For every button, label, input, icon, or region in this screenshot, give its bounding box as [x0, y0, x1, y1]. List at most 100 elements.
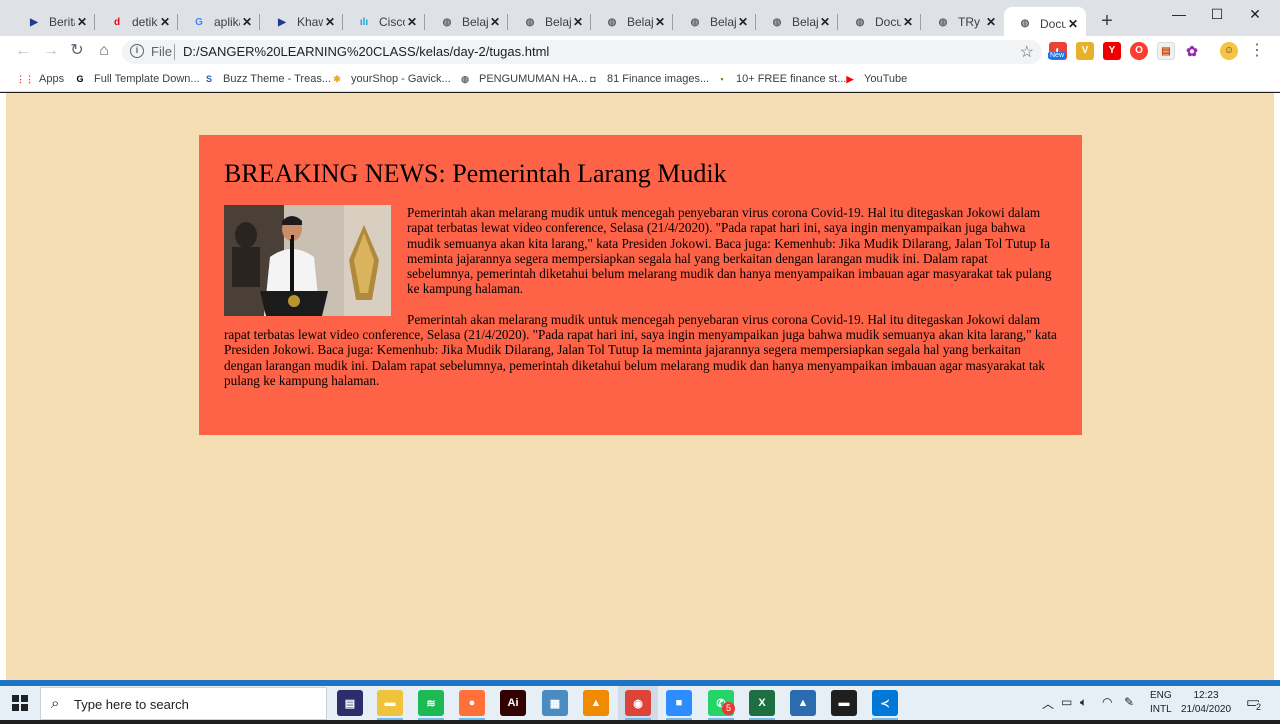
- reload-button[interactable]: ↻: [66, 40, 88, 62]
- bookmark-label: yourShop - Gavick...: [351, 73, 451, 85]
- news-article: BREAKING NEWS: Pemerintah Larang Mudik P…: [199, 135, 1082, 435]
- tab-close-icon[interactable]: ✕: [488, 15, 502, 29]
- bookmark-g-icon: G: [76, 74, 84, 84]
- url-text[interactable]: D:/SANGER%20LEARNING%20CLASS/kelas/day-2…: [183, 44, 549, 59]
- tab-close-icon[interactable]: ✕: [736, 15, 750, 29]
- forward-button[interactable]: →: [40, 40, 62, 62]
- illustrator-icon[interactable]: Ai: [500, 690, 526, 716]
- tab-close-icon[interactable]: ✕: [1066, 17, 1080, 31]
- extension-opera-icon[interactable]: O: [1130, 42, 1148, 60]
- back-button[interactable]: ←: [12, 40, 34, 62]
- home-button[interactable]: ⌂: [93, 40, 115, 62]
- tab-close-icon[interactable]: ✕: [901, 15, 915, 29]
- bookmarks-bar: ⋮⋮ Apps G Full Template Down... S Buzz Theme …: [0, 66, 1280, 92]
- site-info-icon[interactable]: i: [130, 44, 144, 58]
- bookmark-item[interactable]: ⋮⋮ Apps: [16, 70, 64, 88]
- browser-tab[interactable]: ◍ Document✕: [839, 8, 921, 36]
- start-button[interactable]: [0, 686, 40, 720]
- article-photo: [224, 205, 391, 316]
- extension-y-icon[interactable]: Y: [1103, 42, 1121, 60]
- new-tab-button[interactable]: +: [1096, 10, 1118, 32]
- tab-favicon-detik-icon: d: [113, 16, 121, 28]
- bookmark-label: Buzz Theme - Treas...: [223, 73, 332, 85]
- tab-favicon-globe-icon: ◍: [442, 16, 452, 28]
- language-indicator[interactable]: ENG INTL: [1150, 690, 1172, 724]
- image-viewer-icon[interactable]: ▲: [790, 690, 816, 716]
- vlc-icon[interactable]: ▲: [583, 690, 609, 716]
- browser-tab[interactable]: ◍ Belajar✕: [756, 8, 838, 36]
- tab-separator: [94, 14, 95, 30]
- notification-count: 2: [1256, 702, 1262, 712]
- bookmark-item[interactable]: ◘ 81 Finance images...: [586, 70, 709, 88]
- volume-icon[interactable]: 🔈︎: [1080, 695, 1087, 710]
- vscode-icon[interactable]: ≺: [872, 690, 898, 720]
- wifi-icon[interactable]: ◠: [1102, 695, 1112, 709]
- tab-close-icon[interactable]: ✕: [75, 15, 89, 29]
- terminal-icon[interactable]: ▬: [831, 690, 857, 716]
- zoom-icon[interactable]: ■: [666, 690, 692, 720]
- browser-menu-icon[interactable]: ⋮: [1246, 40, 1268, 62]
- browser-tab[interactable]: ılı Cisco W✕: [343, 8, 425, 36]
- tab-title: Document: [1040, 16, 1066, 31]
- vscode-alt-icon[interactable]: ▤: [337, 690, 363, 716]
- extension-new-badge: New: [1048, 52, 1067, 59]
- firefox-icon[interactable]: ●: [459, 690, 485, 720]
- windows-taskbar: ⌕ Type here to search ︿ ▭ 🔈︎ ◠ ✎ ENG INT…: [0, 686, 1280, 720]
- chrome-icon[interactable]: ◉: [625, 690, 651, 720]
- close-window-button[interactable]: ✕: [1236, 0, 1274, 28]
- clock-time: 12:23: [1193, 690, 1219, 701]
- minimize-button[interactable]: —: [1160, 0, 1198, 28]
- language-code: ENG: [1150, 690, 1172, 701]
- bookmark-item[interactable]: G Full Template Down...: [73, 70, 199, 88]
- tab-favicon-news-icon: ▶: [30, 16, 38, 28]
- browser-tab[interactable]: ◍ TRy CSS✕: [922, 8, 1004, 36]
- browser-tab[interactable]: d detikcom✕: [96, 8, 178, 36]
- browser-tab[interactable]: ▶ Berita✕: [13, 8, 95, 36]
- browser-tab[interactable]: ◍ Belajar✕: [674, 8, 756, 36]
- browser-tab[interactable]: ◍ Belajar✕: [426, 8, 508, 36]
- article-heading: BREAKING NEWS: Pemerintah Larang Mudik: [224, 159, 727, 188]
- bookmark-star-icon[interactable]: ☆: [1020, 42, 1034, 62]
- tab-favicon-globe-icon: ◍: [525, 16, 535, 28]
- tab-favicon-globe-icon: ◍: [855, 16, 865, 28]
- photos-icon[interactable]: ▦: [542, 690, 568, 716]
- profile-avatar-icon[interactable]: ☺: [1220, 42, 1238, 60]
- tab-close-icon[interactable]: ✕: [158, 15, 172, 29]
- tab-close-icon[interactable]: ✕: [240, 15, 254, 29]
- browser-tab[interactable]: Gaplikasi✕: [178, 8, 260, 36]
- show-hidden-icons-icon[interactable]: ︿: [1042, 695, 1054, 712]
- bookmark-item[interactable]: S Buzz Theme - Treas...: [202, 70, 331, 88]
- file-explorer-icon[interactable]: ▬: [377, 690, 403, 720]
- tab-favicon-globe-icon: ◍: [690, 16, 700, 28]
- browser-tab[interactable]: ◍ Belajar✕: [591, 8, 673, 36]
- bookmark-label: PENGUMUMAN HA...: [479, 73, 588, 85]
- taskbar-search-box[interactable]: ⌕ Type here to search: [40, 687, 327, 720]
- bookmark-item[interactable]: ✱ yourShop - Gavick...: [330, 70, 451, 88]
- tab-close-icon[interactable]: ✕: [405, 15, 419, 29]
- browser-tab[interactable]: ▶ Khawatir✕: [261, 8, 343, 36]
- tab-title: Belajar: [710, 15, 736, 29]
- bookmark-item[interactable]: ▪ 10+ FREE finance st...: [715, 70, 846, 88]
- tab-close-icon[interactable]: ✕: [653, 15, 667, 29]
- spotify-icon[interactable]: ≋: [418, 690, 444, 720]
- tab-close-icon[interactable]: ✕: [571, 15, 585, 29]
- bookmark-item[interactable]: ◍ PENGUMUMAN HA...: [458, 70, 587, 88]
- tab-close-icon[interactable]: ✕: [323, 15, 337, 29]
- address-bar[interactable]: i File D:/SANGER%20LEARNING%20CLASS/kela…: [122, 40, 1042, 64]
- tab-close-icon[interactable]: ✕: [818, 15, 832, 29]
- bookmark-joomla-icon: ✱: [333, 73, 341, 84]
- battery-icon[interactable]: ▭: [1061, 695, 1072, 709]
- excel-icon[interactable]: X: [749, 690, 775, 720]
- tab-close-icon[interactable]: ✕: [984, 15, 998, 29]
- clock[interactable]: 12:23 21/04/2020: [1178, 690, 1234, 724]
- extension-vue-icon[interactable]: V: [1076, 42, 1094, 60]
- windows-logo-icon: [12, 695, 28, 711]
- bookmark-s-icon: S: [205, 74, 212, 84]
- extension-color-wheel-icon[interactable]: ✿: [1183, 42, 1201, 60]
- maximize-button[interactable]: ☐: [1198, 0, 1236, 28]
- browser-tab[interactable]: ◍ Belajar✕: [509, 8, 591, 36]
- bookmark-item[interactable]: ▶ YouTube: [843, 70, 908, 88]
- extension-notes-icon[interactable]: ▤: [1157, 42, 1175, 60]
- bookmark-label: 81 Finance images...: [607, 73, 710, 85]
- pen-icon[interactable]: ✎: [1124, 695, 1134, 709]
